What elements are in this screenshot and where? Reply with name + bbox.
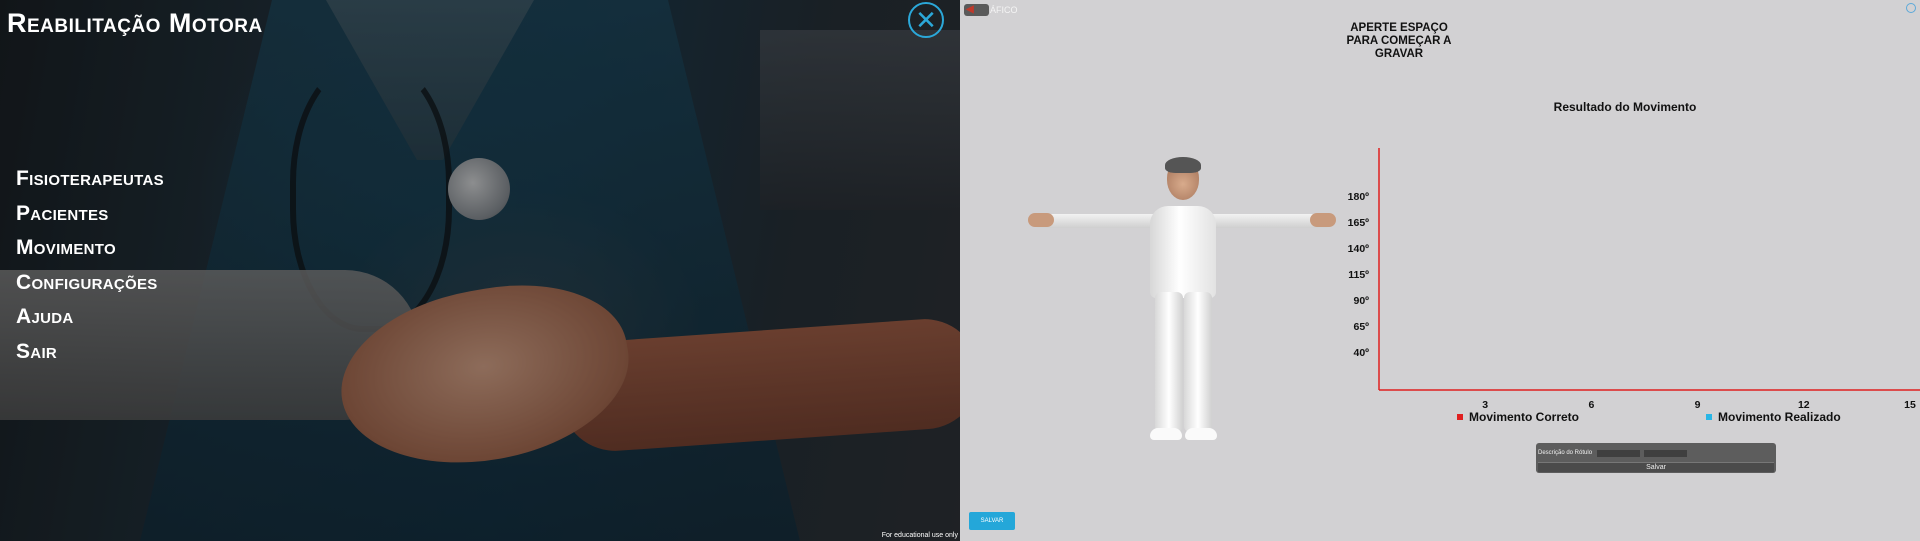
legend-item-done: Movimento Realizado xyxy=(1706,410,1841,424)
back-arrow-icon: ◀ xyxy=(966,4,974,15)
y-tick-label: 90º xyxy=(1353,295,1369,307)
close-icon[interactable]: ✕ xyxy=(908,2,944,38)
avatar-torso xyxy=(1150,206,1216,298)
y-axis-ticks: 40º 65º 90º 115º 140º 165º 180º xyxy=(1348,191,1370,359)
chart-screen: ◀ ÁFICO APERTE ESPAÇO PARA COMEÇAR A GRA… xyxy=(960,0,1920,541)
x-tick-label: 9 xyxy=(1695,399,1701,410)
x-tick-label: 12 xyxy=(1798,399,1810,410)
menu-item-pacientes[interactable]: Pacientes xyxy=(16,197,164,232)
menu-item-ajuda[interactable]: Ajuda xyxy=(16,300,164,335)
legend-label-done: Movimento Realizado xyxy=(1718,410,1841,424)
menu-item-configuracoes[interactable]: Configurações xyxy=(16,266,164,301)
screen-label: ÁFICO xyxy=(990,5,1018,15)
label-form: Descrição do Rótulo Salvar xyxy=(1536,443,1776,473)
movement-chart: 40º 65º 90º 115º 140º 165º 180º 3 6 9 12 15 xyxy=(1348,148,1920,410)
record-instruction: APERTE ESPAÇO PARA COMEÇAR A GRAVAR xyxy=(1346,22,1452,60)
menu-item-sair[interactable]: Sair xyxy=(16,335,164,370)
legend-label-correct: Movimento Correto xyxy=(1469,410,1580,424)
menu-item-movimento[interactable]: Movimento xyxy=(16,231,164,266)
avatar-left-leg xyxy=(1155,292,1183,432)
settings-icon[interactable] xyxy=(1906,3,1916,13)
y-tick-label: 40º xyxy=(1353,347,1369,359)
legend-swatch-blue xyxy=(1706,414,1712,420)
menu-panel: Reabilitação Motora ✕ Fisioterapeutas Pa… xyxy=(0,0,960,541)
label-save-button[interactable]: Salvar xyxy=(1538,462,1774,472)
menu-item-fisioterapeutas[interactable]: Fisioterapeutas xyxy=(16,162,164,197)
label-input-2[interactable] xyxy=(1644,450,1687,457)
app-title: Reabilitação Motora xyxy=(7,8,263,38)
avatar-hair xyxy=(1165,157,1201,173)
back-button[interactable]: ◀ xyxy=(964,4,989,16)
chart-title: Resultado do Movimento xyxy=(1553,100,1697,114)
y-tick-label: 115º xyxy=(1348,269,1369,281)
avatar-left-shoe xyxy=(1150,428,1182,440)
legend-item-correct: Movimento Correto xyxy=(1457,410,1579,424)
main-menu: Fisioterapeutas Pacientes Movimento Conf… xyxy=(16,162,164,370)
avatar-right-leg xyxy=(1184,292,1212,432)
x-tick-label: 6 xyxy=(1588,399,1594,410)
x-tick-label: 15 xyxy=(1904,399,1916,410)
avatar-left-hand xyxy=(1028,213,1054,227)
y-tick-label: 180º xyxy=(1348,191,1370,203)
watermark: For educational use only xyxy=(881,532,958,539)
label-caption: Descrição do Rótulo xyxy=(1538,450,1593,456)
legend-swatch-red xyxy=(1457,414,1463,420)
3d-avatar xyxy=(1028,157,1336,450)
label-input-1[interactable] xyxy=(1597,450,1640,457)
save-button[interactable]: SALVAR xyxy=(969,512,1015,530)
y-tick-label: 65º xyxy=(1353,321,1369,333)
x-axis-ticks: 3 6 9 12 15 xyxy=(1482,399,1916,410)
chart-legend: Movimento Correto Movimento Realizado xyxy=(1457,410,1877,426)
y-tick-label: 140º xyxy=(1348,243,1370,255)
avatar-right-shoe xyxy=(1185,428,1217,440)
x-tick-label: 3 xyxy=(1482,399,1488,410)
y-tick-label: 165º xyxy=(1348,217,1370,229)
